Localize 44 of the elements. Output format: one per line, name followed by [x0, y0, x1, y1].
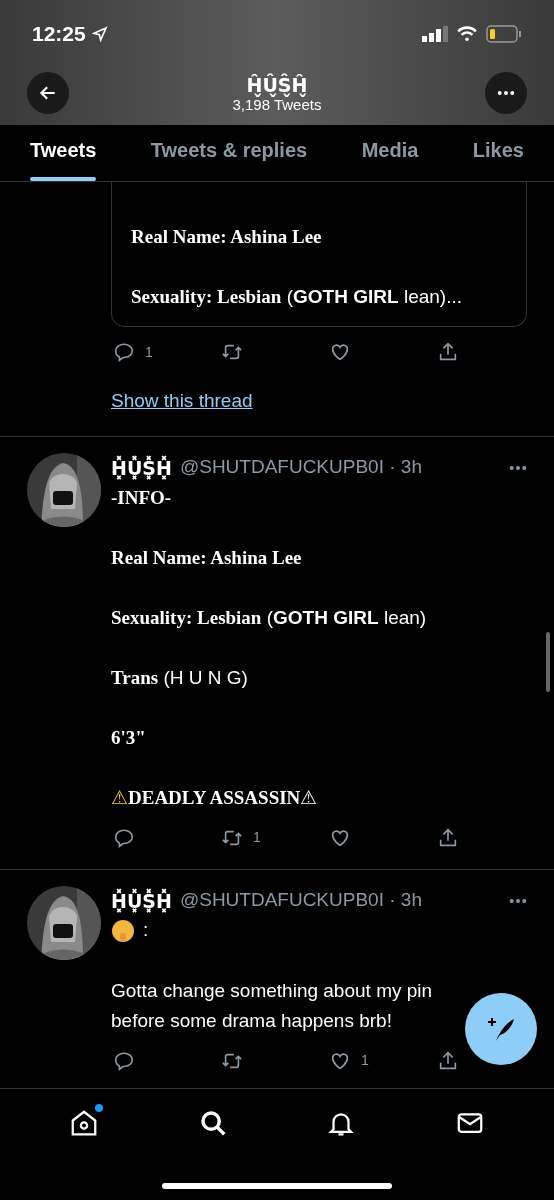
- share-icon[interactable]: [437, 1049, 459, 1072]
- tweet-text-line: -INFO-: [111, 485, 173, 510]
- heart-icon[interactable]: [329, 341, 351, 363]
- handle-and-time: @SHUTDAFUCKUPB0I · 3h: [179, 455, 422, 480]
- more-icon[interactable]: [509, 464, 527, 471]
- tweet-text-line: Trans (H U N G): [111, 665, 249, 690]
- back-button[interactable]: [27, 72, 69, 114]
- tweet-count: 3,198 Tweets: [232, 97, 322, 113]
- tweet-text-line: Real Name: Ashina Lee: [111, 545, 303, 570]
- action-count: 1: [253, 828, 261, 847]
- scrollbar: [546, 632, 550, 692]
- share-icon[interactable]: [437, 826, 459, 849]
- handle-and-time: @SHUTDAFUCKUPB0I · 3h: [179, 888, 422, 913]
- battery-icon: [486, 25, 522, 43]
- profile-tab[interactable]: Media: [361, 135, 419, 181]
- wifi-icon: [456, 26, 478, 42]
- action-count: 1: [145, 342, 153, 362]
- share-icon[interactable]: [437, 341, 459, 363]
- profile-tab[interactable]: Likes: [472, 135, 524, 181]
- tweet-text-line: Real Name: Ashina Lee: [131, 225, 323, 249]
- display-name: H͓̽U͓̽S͓̽H͓̽: [111, 454, 172, 482]
- profile-tab[interactable]: Tweets & replies: [150, 135, 308, 181]
- status-time: 12:25: [32, 21, 86, 48]
- more-icon: [497, 90, 515, 96]
- more-button[interactable]: [485, 72, 527, 114]
- reply-icon[interactable]: [113, 341, 135, 363]
- profile-tab[interactable]: Tweets: [30, 135, 97, 181]
- show-thread-link[interactable]: Show this thread: [111, 387, 527, 416]
- reply-icon[interactable]: [113, 1049, 135, 1072]
- display-name: H͓̽U͓̽S͓̽H͓̽: [111, 887, 172, 915]
- reply-icon[interactable]: [113, 826, 135, 849]
- tweet-text-line: 6'3": [111, 725, 147, 750]
- signal-icon: [422, 26, 448, 42]
- tweet-text-line: Sexuality: Lesbian (GOTH GIRL lean)...: [131, 285, 463, 309]
- location-arrow-icon: [91, 26, 108, 42]
- tweet-text-line: Sexuality: Lesbian (GOTH GIRL lean): [111, 605, 428, 630]
- action-count: 1: [361, 1051, 369, 1070]
- profile-name: Ĥ̬Û̬Ŝ̬Ĥ̬: [246, 73, 308, 97]
- emoji-icon: [111, 918, 135, 943]
- tweet-text-line: ⚠DEADLY ASSASSIN⚠: [111, 785, 319, 810]
- tweet-text-line: Gotta change something about my pin before some drama happens brb!: [111, 978, 434, 1033]
- more-icon[interactable]: [509, 897, 527, 904]
- quoted-tweet-card[interactable]: Real Name: Ashina Lee Sexuality: Lesbian (GOTH GIRL lean)...: [111, 182, 527, 327]
- tweet-text-line: :: [143, 918, 149, 943]
